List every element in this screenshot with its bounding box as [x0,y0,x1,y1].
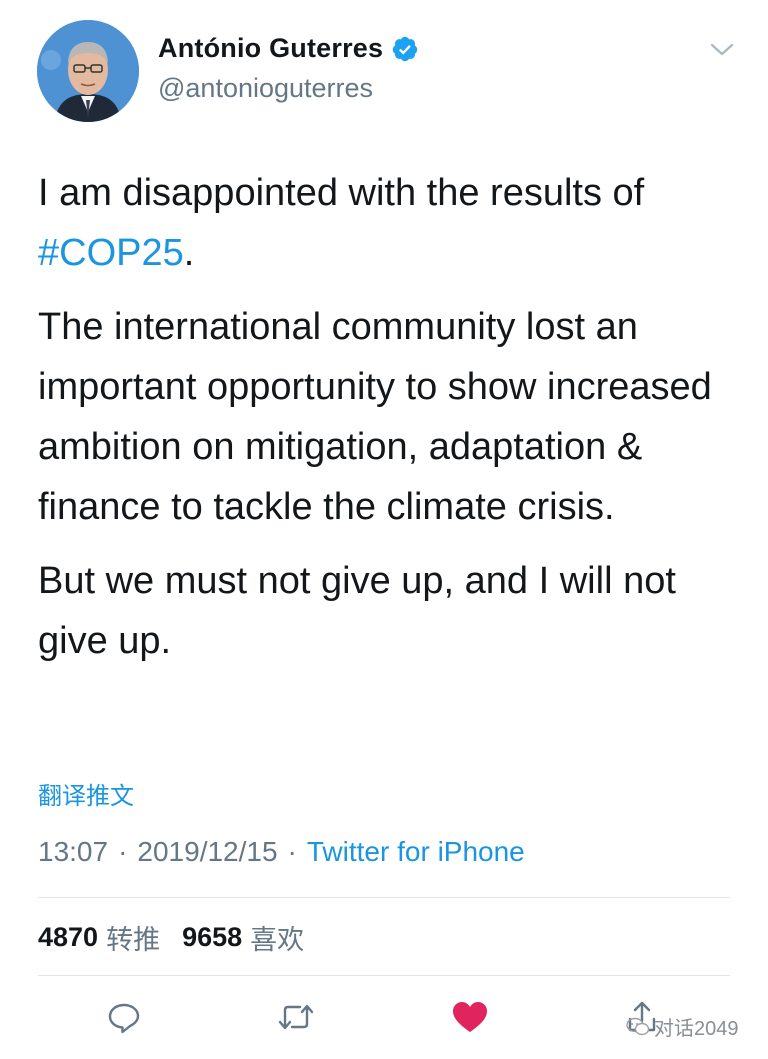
hashtag-link[interactable]: #COP25 [38,232,184,274]
tweet-paragraph-2: The international community lost an impo… [38,306,712,528]
translate-tweet-link[interactable]: 翻译推文 [38,776,134,811]
retweets-count[interactable]: 4870 [38,922,98,953]
chevron-down-icon[interactable] [708,40,736,60]
likes-label[interactable]: 喜欢 [250,918,304,957]
tweet-source-link[interactable]: Twitter for iPhone [307,836,525,868]
user-handle[interactable]: @antonioguterres [158,73,373,104]
retweets-label[interactable]: 转推 [106,918,160,957]
user-name-row[interactable]: António Guterres [158,33,419,64]
tweet-date[interactable]: 2019/12/15 [137,836,277,868]
meta-separator: · [118,836,128,867]
tweet-time[interactable]: 13:07 [38,836,108,868]
tweet-text: I am disappointed with the results of #CO… [38,163,738,685]
likes-count[interactable]: 9658 [182,922,242,953]
tweet-text-segment: . [183,232,195,274]
divider [38,897,730,898]
reply-button[interactable] [104,995,144,1039]
tweet-stats: 4870 转推 9658 喜欢 [38,918,326,957]
verified-badge-icon [392,36,418,61]
tweet-meta: 13:07 · 2019/12/15 · Twitter for iPhone [38,836,525,868]
tweet-text-segment: I am disappointed with the results of [38,172,645,214]
watermark-text: 对话2049 [654,1018,739,1040]
display-name[interactable]: António Guterres [158,33,383,64]
tweet-paragraph-1: I am disappointed with the results of #CO… [38,163,738,283]
retweet-icon [278,1004,314,1030]
tweet-paragraph-3: But we must not give up, and I will not … [38,560,676,662]
meta-separator: · [287,836,297,867]
avatar[interactable] [37,20,139,122]
watermark: 对话2049 [626,1012,739,1041]
reply-icon [108,1003,140,1034]
like-button[interactable] [450,995,490,1039]
divider [38,975,730,976]
retweet-button[interactable] [276,995,316,1039]
wechat-icon [626,1017,650,1035]
heart-icon [453,1002,487,1032]
